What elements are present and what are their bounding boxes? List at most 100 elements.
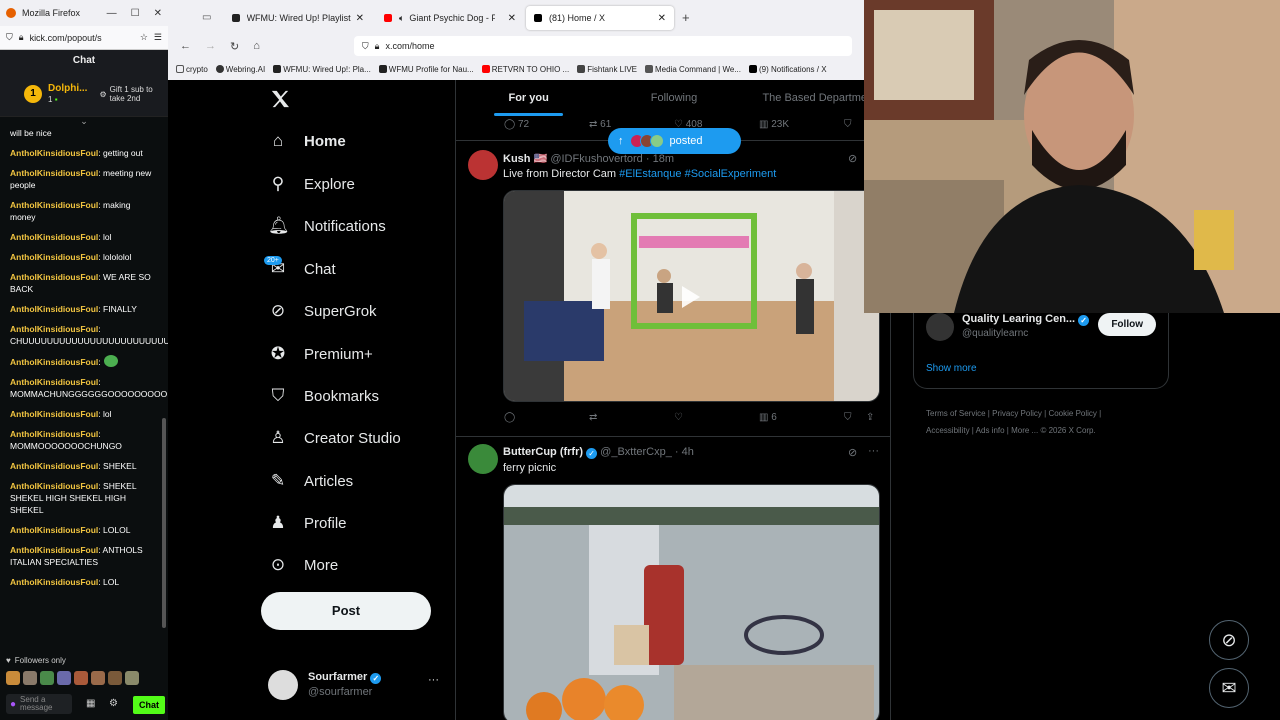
nav-supergrok[interactable]: ⊘ SuperGrok: [268, 296, 377, 326]
repost-button[interactable]: ⇄: [589, 412, 674, 423]
chat-scrollbar[interactable]: [162, 418, 166, 628]
emote-icon[interactable]: [6, 671, 20, 685]
grok-icon[interactable]: ⊘: [848, 446, 857, 459]
star-icon[interactable]: ☆: [140, 32, 148, 43]
tab-wfmu[interactable]: WFMU: Wired Up! Playlist from ✕: [224, 6, 372, 30]
close-icon[interactable]: ✕: [154, 8, 162, 19]
home-icon[interactable]: ⌂: [253, 40, 260, 52]
footer-link[interactable]: Accessibility: [926, 426, 970, 435]
nav-notifications[interactable]: 🔔︎ Notifications: [268, 211, 386, 241]
tweet-more-icon[interactable]: ···: [868, 445, 879, 457]
chat-username[interactable]: AntholKinsidiousFoul: [10, 577, 98, 587]
chat-username[interactable]: AntholKinsidiousFoul: [10, 304, 98, 314]
forward-icon[interactable]: →: [205, 40, 216, 52]
tweet-image[interactable]: [503, 484, 880, 720]
settings-gear-icon[interactable]: ⚙: [109, 698, 118, 709]
chat-username[interactable]: AntholKinsidiousFoul: [10, 232, 98, 242]
mic-icon[interactable]: ●: [10, 699, 16, 710]
menu-icon[interactable]: ☰: [154, 32, 162, 43]
nav-explore[interactable]: ⚲ Explore: [268, 169, 355, 199]
bookmark-item[interactable]: WFMU Profile for Nau...: [378, 64, 474, 74]
tab-following[interactable]: Following: [601, 80, 746, 116]
reload-icon[interactable]: ↻: [230, 40, 239, 53]
emote-icon[interactable]: [57, 671, 71, 685]
tab-overview-icon[interactable]: ▭: [202, 12, 211, 23]
maximize-icon[interactable]: ☐: [131, 8, 140, 19]
chat-username[interactable]: AntholKinsidiousFoul: [10, 324, 98, 334]
footer-link[interactable]: Ads info: [976, 426, 1005, 435]
footer-link[interactable]: Cookie Policy: [1048, 409, 1096, 418]
suggest-name[interactable]: Quality Learing Cen... ✓: [962, 313, 1090, 326]
bookmark-icon[interactable]: ⛉: [844, 412, 866, 423]
grok-fab-icon[interactable]: ⊘: [1209, 620, 1249, 660]
chat-username[interactable]: AntholKinsidiousFoul: [10, 357, 98, 367]
bookmark-icon[interactable]: ⛉: [844, 119, 852, 130]
kick-url[interactable]: kick.com/popout/s: [30, 33, 134, 43]
chat-username[interactable]: AntholKinsidiousFoul: [10, 377, 98, 387]
bookmark-item[interactable]: RETVRN TO OHIO ...: [481, 64, 569, 74]
bookmark-item[interactable]: Fishtank LIVE: [577, 64, 637, 74]
minimize-icon[interactable]: —: [107, 8, 117, 19]
follow-button[interactable]: Follow: [1098, 313, 1156, 336]
footer-link[interactable]: Terms of Service: [926, 409, 986, 418]
tab-x-home[interactable]: (81) Home / X ✕: [526, 6, 674, 30]
emote-icon[interactable]: [40, 671, 54, 685]
messages-fab-icon[interactable]: ✉: [1209, 668, 1249, 708]
tweet[interactable]: Kush 🇺🇸 @IDFkushovertord · 18m ⊘ Live fr…: [456, 146, 890, 436]
chat-username[interactable]: AntholKinsidiousFoul: [10, 545, 98, 555]
x-logo-icon[interactable]: [270, 90, 290, 108]
message-input[interactable]: ● Send a message: [6, 694, 72, 714]
share-icon[interactable]: ⇪: [866, 412, 874, 423]
chat-username[interactable]: AntholKinsidiousFoul: [10, 148, 98, 158]
like-button[interactable]: ♡: [674, 412, 759, 423]
nav-articles[interactable]: ✎ Articles: [268, 466, 353, 496]
chat-username[interactable]: AntholKinsidiousFoul: [10, 429, 98, 439]
emote-icon[interactable]: [108, 671, 122, 685]
send-chat-button[interactable]: Chat: [133, 696, 165, 714]
address-url[interactable]: x.com/home: [385, 41, 434, 51]
views-button[interactable]: ▥ 6: [759, 412, 844, 423]
tweet-video[interactable]: [503, 190, 880, 402]
grok-icon[interactable]: ⊘: [848, 152, 857, 165]
avatar[interactable]: [926, 313, 954, 341]
emote-icon[interactable]: [125, 671, 139, 685]
bookmark-item[interactable]: Webring.AI: [215, 64, 265, 74]
shield-icon[interactable]: ⛉: [6, 32, 13, 43]
account-more-icon[interactable]: ···: [428, 674, 439, 686]
emote-icon[interactable]: [74, 671, 88, 685]
bookmark-item[interactable]: (9) Notifications / X: [748, 64, 827, 74]
new-tab-icon[interactable]: +: [682, 10, 690, 25]
chat-username[interactable]: AntholKinsidiousFoul: [10, 272, 98, 282]
gift-sub-button[interactable]: ⚙ Gift 1 sub to take 2nd: [99, 85, 155, 103]
nav-more[interactable]: ⊙ More: [268, 550, 338, 580]
chat-username[interactable]: AntholKinsidiousFoul: [10, 461, 98, 471]
chat-username[interactable]: AntholKinsidiousFoul: [10, 252, 98, 262]
nav-bookmarks[interactable]: ⛉ Bookmarks: [268, 381, 379, 411]
emote-icon[interactable]: [91, 671, 105, 685]
shop-icon[interactable]: ▦: [86, 698, 95, 709]
show-more-link[interactable]: Show more: [926, 363, 977, 374]
chat-username[interactable]: AntholKinsidiousFoul: [10, 481, 98, 491]
address-bar[interactable]: ⛉ 🔒︎ x.com/home: [353, 36, 852, 56]
emote-icon[interactable]: [23, 671, 37, 685]
nav-home[interactable]: ⌂ Home: [268, 126, 346, 156]
footer-link[interactable]: Privacy Policy: [992, 409, 1042, 418]
bookmark-item[interactable]: crypto: [176, 64, 208, 74]
chat-username[interactable]: AntholKinsidiousFoul: [10, 525, 98, 535]
account-switcher[interactable]: Sourfarmer ✓ @sourfarmer ···: [268, 668, 448, 704]
avatar[interactable]: [468, 444, 498, 474]
chat-username[interactable]: AntholKinsidiousFoul: [10, 168, 98, 178]
nav-profile[interactable]: ♟ Profile: [268, 508, 346, 538]
post-button[interactable]: Post: [261, 592, 431, 630]
reply-button[interactable]: ◯ 72: [504, 119, 589, 130]
nav-premium[interactable]: ✪ Premium+: [268, 339, 373, 369]
nav-creator-studio[interactable]: ♙ Creator Studio: [268, 423, 400, 453]
tab-for-you[interactable]: For you: [456, 80, 601, 116]
bookmark-item[interactable]: Media Command | We...: [645, 64, 741, 74]
close-tab-icon[interactable]: ✕: [508, 13, 516, 24]
reply-button[interactable]: ◯: [504, 412, 589, 423]
shield-icon[interactable]: ⛉: [362, 41, 369, 52]
tab-youtube[interactable]: 🔈︎ Giant Psychic Dog - Perple ✕: [376, 6, 524, 30]
avatar[interactable]: [468, 150, 498, 180]
bookmark-item[interactable]: WFMU: Wired Up!: Pla...: [273, 64, 371, 74]
